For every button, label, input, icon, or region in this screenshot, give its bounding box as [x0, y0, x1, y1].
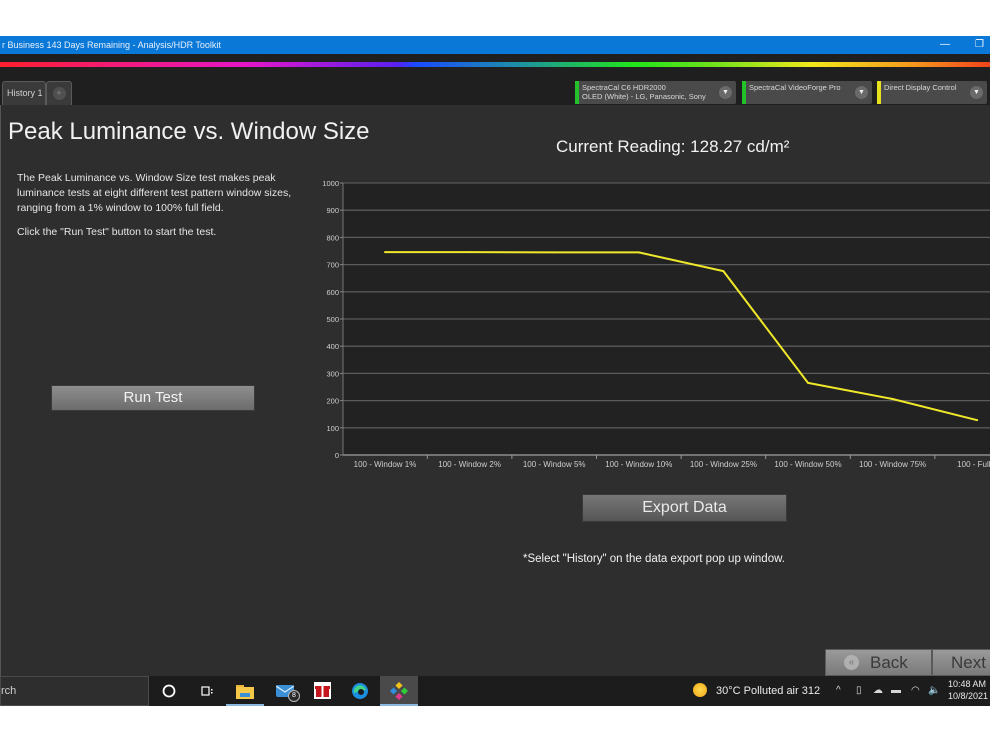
y-tick-label: 600 — [326, 288, 339, 297]
window-titlebar: r Business 143 Days Remaining - Analysis… — [0, 36, 990, 54]
back-button[interactable]: « Back — [825, 649, 932, 676]
data-point — [468, 251, 471, 254]
minimize-button[interactable]: — — [940, 36, 950, 54]
task-view-icon[interactable] — [188, 676, 226, 706]
meter-selector[interactable]: SpectraCal C6 HDR2000 OLED (White) - LG,… — [575, 81, 736, 104]
plus-icon: + — [52, 87, 66, 100]
calman-app-icon[interactable] — [380, 676, 418, 706]
data-point — [553, 251, 556, 254]
data-point — [891, 397, 894, 400]
data-point — [976, 419, 979, 422]
export-data-button[interactable]: Export Data — [582, 494, 787, 522]
spectrum-bar — [0, 62, 990, 67]
y-tick-label: 500 — [326, 315, 339, 324]
gift-icon[interactable] — [303, 676, 341, 706]
wifi-icon[interactable]: ◠ — [911, 676, 920, 706]
tab-history-1-label: History 1 — [7, 88, 43, 98]
tab-history-1[interactable]: History 1 — [2, 81, 46, 105]
test-description: The Peak Luminance vs. Window Size test … — [17, 171, 302, 249]
back-arrow-icon: « — [844, 655, 859, 670]
luminance-chart: 0 100 200 300 400 500 600 700 800 900 1000 100 - Wi… — [322, 179, 990, 469]
meter-profile: OLED (White) - LG, Panasonic, Sony — [582, 92, 706, 101]
generator-name: SpectraCal VideoForge Pro — [749, 83, 841, 92]
x-tick-label: 100 - Window 10% — [605, 460, 672, 469]
weather-widget[interactable]: 30°C Polluted air 312 — [693, 676, 820, 706]
next-button[interactable]: Next — [932, 649, 990, 676]
description-text: The Peak Luminance vs. Window Size test … — [17, 172, 292, 214]
x-tick-label: 100 - Window 2% — [438, 460, 501, 469]
show-hidden-icons-chevron-icon[interactable]: ^ — [836, 676, 841, 706]
screen: r Business 143 Days Remaining - Analysis… — [0, 0, 990, 742]
data-point — [722, 270, 725, 273]
data-point — [637, 251, 640, 254]
x-tick-label: 100 - Window 5% — [523, 460, 586, 469]
generator-selector[interactable]: SpectraCal VideoForge Pro ▼ — [742, 81, 872, 104]
y-tick-label: 900 — [326, 206, 339, 215]
taskbar: rch 8 30°C Polluted air 312 ^ ▯ ☁ ▬ ◠ 🔈 … — [0, 676, 990, 706]
export-note: *Select "History" on the data export pop… — [523, 553, 785, 565]
chevron-down-icon[interactable]: ▼ — [719, 86, 732, 99]
mail-icon[interactable]: 8 — [266, 676, 304, 706]
clock-time: 10:48 AM — [948, 679, 987, 689]
run-test-button[interactable]: Run Test — [51, 385, 255, 411]
page-title: Peak Luminance vs. Window Size — [8, 118, 370, 145]
y-tick-label: 1000 — [322, 179, 339, 188]
weather-text: 30°C Polluted air 312 — [716, 685, 821, 697]
display-control-status-indicator — [877, 81, 881, 104]
device-icon[interactable]: ▯ — [856, 676, 862, 706]
y-tick-label: 100 — [326, 424, 339, 433]
volume-icon[interactable]: 🔈 — [928, 676, 940, 706]
restore-button[interactable]: ❐ — [975, 36, 984, 54]
y-tick-label: 800 — [326, 233, 339, 242]
display-control-selector[interactable]: Direct Display Control ▼ — [877, 81, 987, 104]
data-point — [384, 251, 386, 254]
add-tab-button[interactable]: + — [46, 81, 72, 105]
search-text: rch — [1, 685, 17, 697]
y-tick-label: 300 — [326, 369, 339, 378]
x-tick-label: 100 - Window 75% — [859, 460, 926, 469]
taskbar-search-box[interactable]: rch — [0, 676, 149, 706]
edge-browser-icon[interactable] — [341, 676, 379, 706]
y-tick-label: 0 — [335, 451, 339, 460]
workflow-panel: Peak Luminance vs. Window Size The Peak … — [0, 105, 990, 676]
cortana-icon[interactable] — [150, 676, 188, 706]
instruction-text: Click the "Run Test" button to start the… — [17, 226, 217, 238]
current-reading: Current Reading: 128.27 cd/m² — [556, 137, 790, 156]
meter-name: SpectraCal C6 HDR2000 — [582, 83, 666, 92]
clock-date: 10/8/2021 — [948, 691, 989, 701]
y-tick-label: 700 — [326, 261, 339, 270]
generator-status-indicator — [742, 81, 746, 104]
x-tick-label: 100 - Window 50% — [774, 460, 841, 469]
y-tick-label: 200 — [326, 397, 339, 406]
back-label: Back — [870, 653, 908, 672]
meter-status-indicator — [575, 81, 579, 104]
window-title: r Business 143 Days Remaining - Analysis… — [2, 40, 221, 50]
data-point — [807, 381, 809, 384]
file-explorer-icon[interactable] — [226, 676, 264, 706]
x-tick-label: 100 - Window 1% — [354, 460, 417, 469]
next-label: Next — [951, 653, 986, 672]
x-tick-label: 100 - Full 1 — [957, 460, 990, 469]
chevron-down-icon[interactable]: ▼ — [970, 86, 983, 99]
y-tick-label: 400 — [326, 342, 339, 351]
sun-icon — [693, 683, 707, 697]
app-window: History 1 + SpectraCal C6 HDR2000 OLED (… — [0, 54, 990, 676]
chevron-down-icon[interactable]: ▼ — [855, 86, 868, 99]
system-clock[interactable]: 10:48 AM 10/8/2021 — [948, 678, 988, 702]
mail-badge: 8 — [288, 690, 300, 702]
battery-icon[interactable]: ▬ — [891, 676, 901, 706]
onedrive-cloud-icon[interactable]: ☁ — [873, 676, 883, 706]
x-tick-label: 100 - Window 25% — [690, 460, 757, 469]
